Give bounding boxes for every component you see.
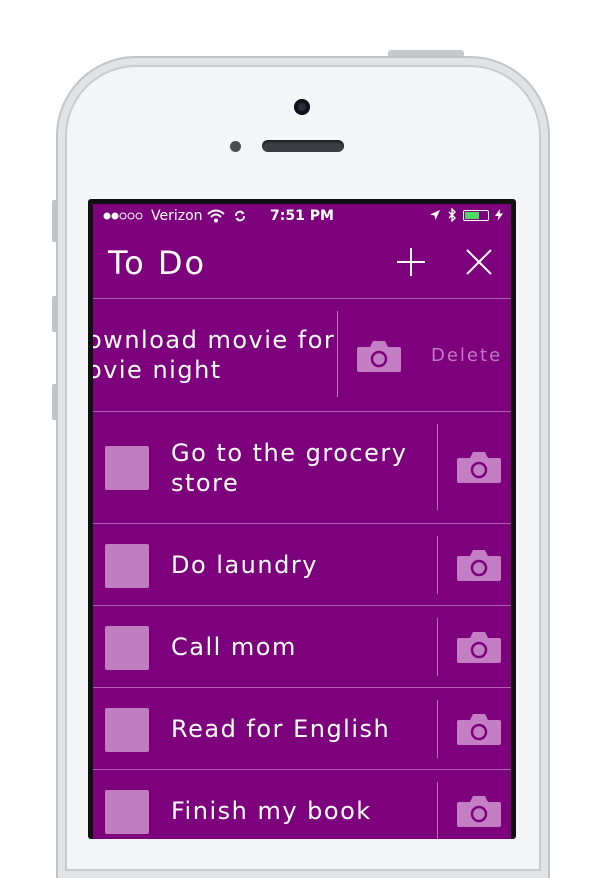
camera-icon[interactable] bbox=[455, 450, 503, 484]
list-item-swiped[interactable]: ownload movie for ovie night Delete bbox=[93, 299, 511, 411]
camera-icon[interactable] bbox=[455, 712, 503, 746]
camera-icon[interactable] bbox=[455, 548, 503, 582]
list-item: Finish my book bbox=[93, 770, 511, 839]
battery-icon bbox=[463, 209, 489, 221]
camera-icon[interactable] bbox=[455, 794, 503, 828]
status-bar: Verizon 7:51 PM bbox=[93, 204, 511, 228]
nav-bar: To Do bbox=[93, 228, 511, 300]
task-text: Read for English bbox=[171, 715, 391, 743]
row-separator bbox=[437, 536, 438, 594]
task-text-line-2: ovie night bbox=[93, 356, 222, 384]
task-text: Do laundry bbox=[171, 551, 318, 579]
task-text: Call mom bbox=[171, 633, 297, 661]
front-camera bbox=[294, 99, 310, 115]
task-text-line-1: Go to the grocery bbox=[171, 439, 408, 467]
row-separator bbox=[437, 782, 438, 839]
task-text: Finish my book bbox=[171, 797, 372, 825]
row-separator bbox=[437, 424, 438, 510]
status-right bbox=[429, 208, 503, 222]
task-checkbox[interactable] bbox=[105, 544, 149, 588]
phone-screen: Verizon 7:51 PM To Do ownload movie for … bbox=[88, 199, 516, 839]
list-item: Read for English bbox=[93, 688, 511, 770]
task-text: ownload movie for ovie night bbox=[93, 325, 335, 385]
earpiece-speaker bbox=[262, 140, 344, 152]
power-button bbox=[388, 50, 464, 58]
task-checkbox[interactable] bbox=[105, 446, 149, 490]
row-separator bbox=[437, 700, 438, 758]
row-separator bbox=[337, 311, 338, 397]
page-title: To Do bbox=[108, 244, 207, 282]
battery-level bbox=[465, 211, 479, 219]
camera-icon[interactable] bbox=[355, 339, 403, 373]
row-separator bbox=[437, 618, 438, 676]
close-button[interactable] bbox=[459, 242, 499, 282]
task-text-line-2: store bbox=[171, 469, 240, 497]
camera-icon[interactable] bbox=[455, 630, 503, 664]
app-display: Verizon 7:51 PM To Do ownload movie for … bbox=[93, 204, 511, 839]
close-icon bbox=[466, 249, 492, 275]
task-text: Go to the grocery store bbox=[171, 438, 407, 498]
task-text-line-1: ownload movie for bbox=[93, 326, 336, 354]
bluetooth-icon bbox=[448, 208, 456, 222]
plus-icon bbox=[397, 248, 425, 276]
list-item: Do laundry bbox=[93, 524, 511, 606]
charging-bolt-icon bbox=[495, 209, 503, 221]
location-arrow-icon bbox=[430, 210, 440, 220]
list-item: Go to the grocery store bbox=[93, 412, 511, 524]
list-item: Call mom bbox=[93, 606, 511, 688]
task-checkbox[interactable] bbox=[105, 790, 149, 834]
task-checkbox[interactable] bbox=[105, 708, 149, 752]
proximity-sensor bbox=[230, 141, 241, 152]
add-task-button[interactable] bbox=[391, 242, 431, 282]
task-checkbox[interactable] bbox=[105, 626, 149, 670]
delete-button[interactable]: Delete bbox=[431, 345, 502, 366]
